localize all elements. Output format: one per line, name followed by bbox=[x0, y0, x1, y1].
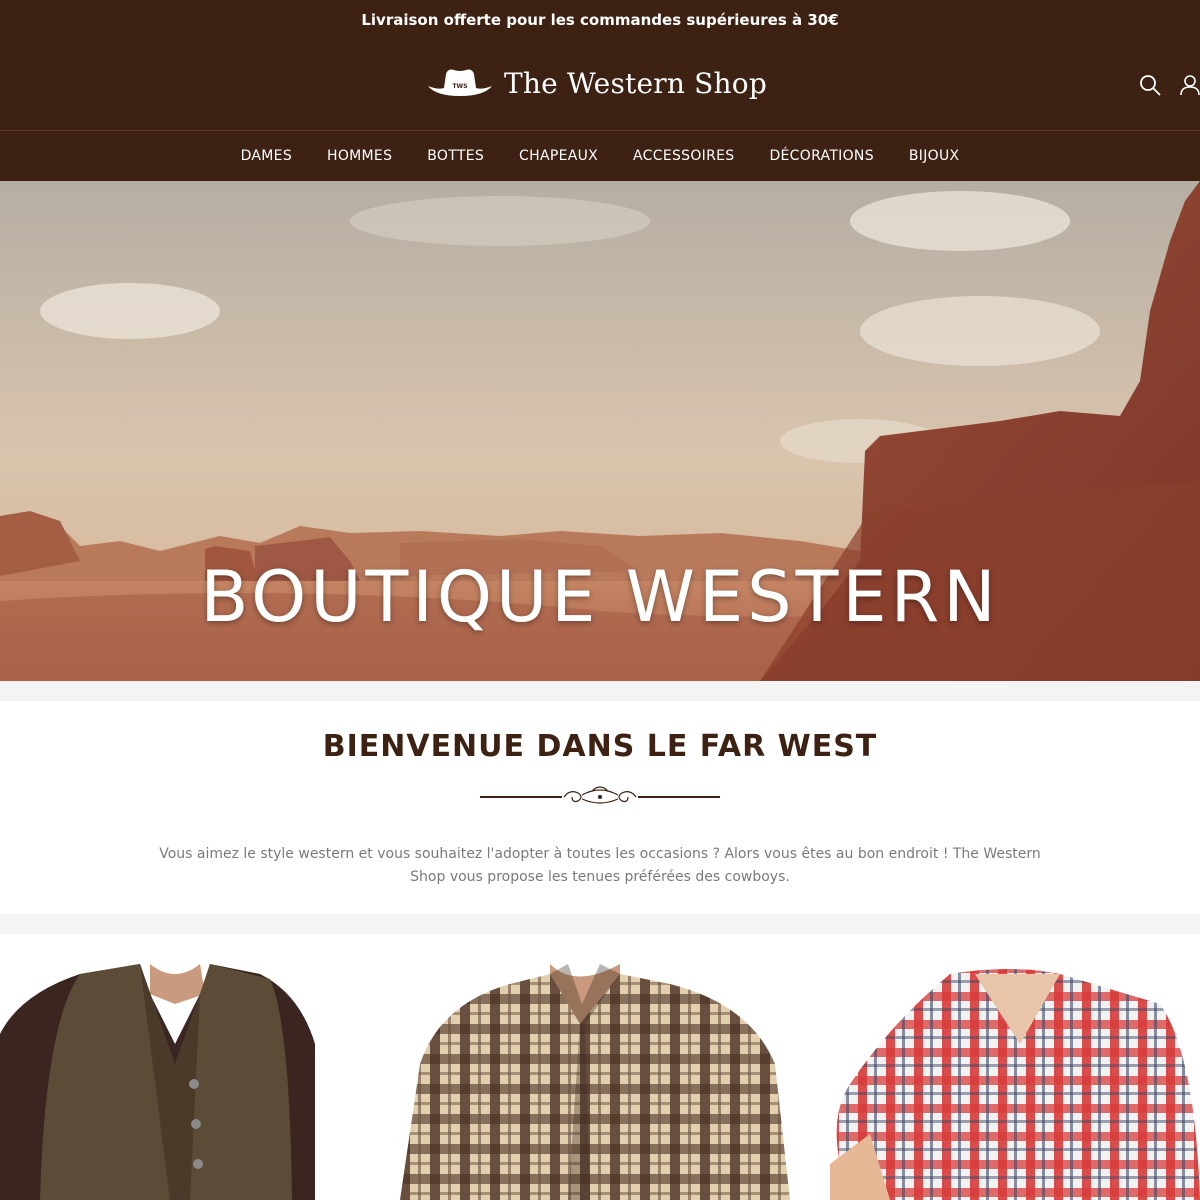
brand-logo[interactable]: TWS The Western Shop bbox=[426, 66, 767, 100]
welcome-section: BIENVENUE DANS LE FAR WEST Vous aimez le… bbox=[0, 701, 1200, 914]
nav-item-bottes[interactable]: BOTTES bbox=[427, 148, 484, 164]
nav-item-decorations[interactable]: DÉCORATIONS bbox=[769, 148, 873, 164]
nav-item-dames[interactable]: DAMES bbox=[241, 148, 292, 164]
products-row bbox=[0, 934, 1200, 1200]
product-image-plaid-shirt[interactable] bbox=[400, 964, 800, 1200]
ornamental-divider-icon bbox=[480, 786, 720, 804]
welcome-text: Vous aimez le style western et vous souh… bbox=[159, 846, 1041, 885]
announcement-text: Livraison offerte pour les commandes sup… bbox=[361, 11, 839, 29]
hero-title: BOUTIQUE WESTERN bbox=[200, 556, 1000, 638]
main-nav: DAMES HOMMES BOTTES CHAPEAUX ACCESSOIRES… bbox=[0, 130, 1200, 181]
cowboy-hat-logo-icon: TWS bbox=[428, 69, 492, 96]
product-image-red-plaid-shirt[interactable] bbox=[830, 964, 1200, 1200]
logo-badge-text: TWS bbox=[452, 83, 467, 90]
welcome-title: BIENVENUE DANS LE FAR WEST bbox=[322, 729, 878, 764]
hero-banner[interactable]: BOUTIQUE WESTERN bbox=[0, 181, 1200, 681]
announcement-bar: Livraison offerte pour les commandes sup… bbox=[0, 0, 1200, 40]
nav-item-hommes[interactable]: HOMMES bbox=[327, 148, 392, 164]
nav-item-accessoires[interactable]: ACCESSOIRES bbox=[633, 148, 734, 164]
search-icon[interactable] bbox=[1138, 73, 1162, 97]
nav-item-chapeaux[interactable]: CHAPEAUX bbox=[519, 148, 598, 164]
site-header: TWS The Western Shop bbox=[0, 40, 1200, 130]
account-icon[interactable] bbox=[1178, 73, 1200, 97]
nav-item-bijoux[interactable]: BIJOUX bbox=[909, 148, 960, 164]
product-image-vest[interactable] bbox=[0, 964, 320, 1200]
brand-name: The Western Shop bbox=[504, 66, 767, 100]
